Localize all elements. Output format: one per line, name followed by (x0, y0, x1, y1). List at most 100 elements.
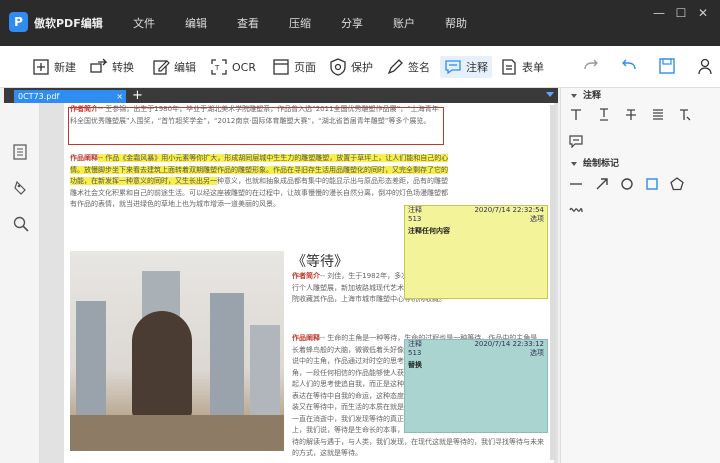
strikethrough-tool-icon[interactable] (624, 108, 638, 122)
note-title: 注释 (408, 206, 422, 214)
form-label: 表单 (522, 61, 544, 74)
collapse-triangle-icon (571, 161, 577, 166)
note-subheader: 513 选项 (405, 349, 547, 358)
note-header: 注释 2020/7/14 22:32:54 (405, 206, 547, 215)
para1-label: 作者简介 (70, 105, 98, 113)
circle-tool-icon[interactable] (620, 177, 634, 191)
search-icon[interactable] (12, 215, 30, 233)
minimize-button[interactable]: — (648, 6, 670, 20)
save-button[interactable] (658, 57, 676, 78)
shield-icon (330, 58, 346, 76)
note-number: 513 (408, 349, 422, 357)
annotate-label: 注释 (466, 61, 488, 74)
edit-icon (153, 60, 170, 75)
underline-tool-icon[interactable] (597, 108, 611, 122)
menu-account[interactable]: 账户 (378, 15, 430, 31)
text-tool-icon[interactable] (569, 108, 583, 122)
protect-label: 保护 (351, 61, 373, 74)
page-button[interactable]: 页面 (272, 56, 316, 78)
note-subheader: 513 选项 (405, 215, 547, 224)
note-options-link[interactable]: 选项 (530, 215, 544, 224)
menu-bar: 文件 编辑 查看 压缩 分享 账户 帮助 (118, 15, 482, 31)
ocr-label: OCR (232, 60, 256, 74)
pen-icon (387, 59, 403, 75)
tab-close-icon[interactable]: × (116, 90, 123, 103)
sculpture-photo (70, 251, 284, 451)
arrow-tool-icon[interactable] (595, 177, 609, 191)
app-name: 傲软PDF编辑 (34, 17, 103, 30)
section-draw[interactable]: 绘制标记 (571, 156, 619, 169)
close-button[interactable]: ✕ (692, 6, 714, 20)
para2-label: 作品阐释 (70, 154, 98, 162)
note-date: 2020/7/14 22:32:54 (474, 206, 544, 214)
note-date: 2020/7/14 22:33:12 (474, 340, 544, 348)
left-sidebar (0, 103, 40, 463)
edit-button[interactable]: 编辑 (152, 56, 196, 78)
menu-share[interactable]: 分享 (326, 15, 378, 31)
title-bar: P 傲软PDF编辑 文件 编辑 查看 压缩 分享 账户 帮助 — ☐ ✕ (0, 0, 720, 46)
user-icon (698, 58, 712, 75)
document-viewer[interactable]: 作者简介-- 王参锦，出生于1980年，毕业于湖北美术学院雕塑系，作品曾入选“2… (40, 103, 558, 463)
line-tool-icon[interactable] (569, 177, 583, 191)
maximize-button[interactable]: ☐ (670, 6, 692, 20)
page-icon (273, 59, 289, 75)
redo-icon (584, 59, 598, 70)
undo-icon (622, 59, 636, 70)
convert-button[interactable]: 转换 (90, 56, 134, 78)
freehand-tool-icon[interactable] (569, 202, 583, 216)
menu-edit[interactable]: 编辑 (170, 15, 222, 31)
thumbnails-icon[interactable] (12, 143, 30, 161)
user-button[interactable] (696, 57, 714, 78)
section-annotate[interactable]: 注释 (571, 88, 601, 101)
collapse-triangle-icon (571, 93, 577, 98)
comment-icon (445, 60, 461, 75)
annotation-panel: 注释 绘制标记 (560, 88, 720, 463)
building-shape (210, 293, 244, 421)
app-logo-icon: P (9, 12, 28, 32)
add-tab-button[interactable]: + (132, 88, 143, 103)
annotate-button[interactable]: 注释 (440, 56, 492, 78)
section-annotate-label: 注释 (583, 91, 602, 101)
document-tabstrip: 0CT73.pdf × + (4, 88, 558, 103)
pdf-page: 作者简介-- 王参锦，出生于1980年，毕业于湖北美术学院雕塑系，作品曾入选“2… (64, 103, 554, 463)
menu-help[interactable]: 帮助 (430, 15, 482, 31)
polygon-tool-icon[interactable] (670, 177, 684, 191)
document-tab[interactable]: 0CT73.pdf × (14, 90, 126, 103)
article-title: 《等待》 (292, 254, 348, 270)
protect-button[interactable]: 保护 (329, 56, 373, 78)
replace-text-tool-icon[interactable] (678, 108, 692, 122)
paragraph-author-1: 作者简介-- 王参锦，出生于1980年，毕业于湖北美术学院雕塑系，作品曾入选“2… (70, 104, 442, 127)
highlight-tool-icon[interactable] (651, 108, 665, 122)
ocr-button[interactable]: T OCR (210, 56, 256, 78)
bookmark-icon[interactable] (12, 179, 30, 197)
annotation-note-2[interactable]: 注释 2020/7/14 22:33:12 513 选项 替换 (404, 339, 548, 433)
note-tool-icon[interactable] (569, 134, 583, 148)
menu-view[interactable]: 查看 (222, 15, 274, 31)
note-options-link[interactable]: 选项 (530, 349, 544, 358)
plus-square-icon (33, 59, 49, 75)
page-label: 页面 (294, 61, 316, 74)
sign-button[interactable]: 签名 (386, 56, 430, 78)
rectangle-tool-icon[interactable] (645, 177, 659, 191)
form-button[interactable]: 表单 (500, 56, 544, 78)
statue-shape (132, 311, 192, 421)
section-draw-label: 绘制标记 (583, 159, 620, 169)
menu-file[interactable]: 文件 (118, 15, 170, 31)
note-number: 513 (408, 215, 422, 223)
new-button[interactable]: 新建 (32, 56, 76, 78)
convert-label: 转换 (112, 61, 134, 74)
menu-compress[interactable]: 压缩 (274, 15, 326, 31)
note-body[interactable]: 注释任何内容 (405, 224, 547, 238)
vertical-scrollbar[interactable] (550, 105, 556, 460)
para1-text: -- 王参锦，出生于1980年，毕业于湖北美术学院雕塑系，作品曾入选“2011全… (70, 105, 439, 125)
annotation-note-1[interactable]: 注释 2020/7/14 22:32:54 513 选项 注释任何内容 (404, 205, 548, 299)
edit-label: 编辑 (174, 61, 196, 74)
undo-button[interactable] (620, 57, 638, 78)
note-body[interactable]: 替换 (405, 358, 547, 372)
new-label: 新建 (54, 61, 76, 74)
building-shape (250, 325, 280, 421)
save-icon (659, 58, 675, 74)
redo-button[interactable] (582, 57, 600, 78)
tab-dropdown-icon[interactable] (546, 92, 554, 97)
svg-text:T: T (214, 64, 220, 72)
